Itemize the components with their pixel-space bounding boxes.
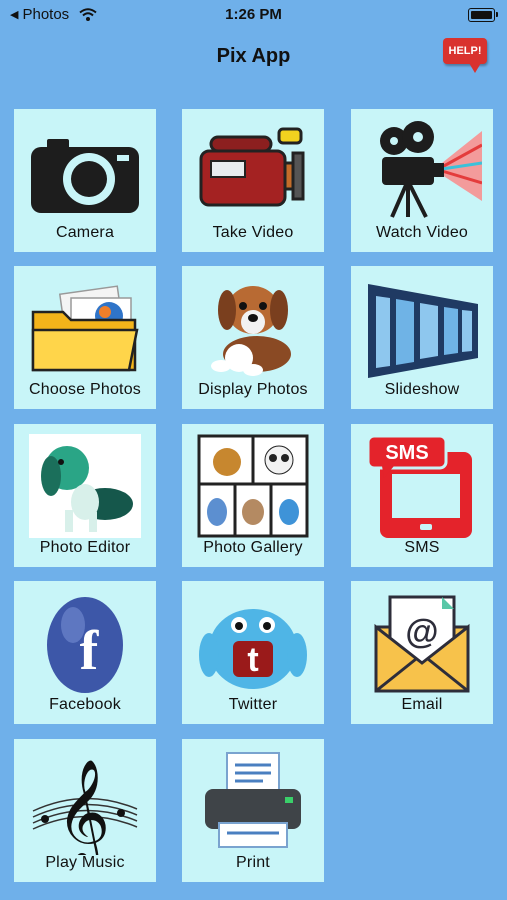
twitter-monster-icon: t [199,609,307,689]
gallery-grid-icon [197,434,309,538]
status-bar: ◀ Photos 1:26 PM [0,0,507,30]
tile-label: Photo Gallery [203,539,303,556]
printer-icon [205,752,301,848]
page-title: Pix App [216,45,291,67]
tile-label: Facebook [49,696,121,713]
tile-print[interactable]: Print [182,739,324,882]
edited-dog-icon [29,434,141,538]
tile-label: Print [236,854,270,871]
tile-label: Choose Photos [28,381,141,398]
tile-label: Email [401,696,443,713]
tile-label: SMS [404,539,440,556]
folder-icon [31,285,139,372]
tile-label: Slideshow [384,381,460,398]
svg-text:f: f [80,620,100,682]
facebook-egg-icon: f [47,597,123,693]
puppy-icon [211,286,291,376]
tile-email[interactable]: @ Email [351,581,493,724]
tile-label: Camera [55,224,115,241]
tile-label: Display Photos [198,381,308,398]
film-projector-icon [380,121,482,218]
tile-choose-photos[interactable]: Choose Photos [14,266,156,409]
tile-photo-editor[interactable]: Photo Editor [14,424,156,567]
tile-watch-video[interactable]: Watch Video [351,109,493,252]
tile-camera[interactable]: Camera [14,109,156,252]
tile-label: Twitter [228,696,278,713]
tile-display-photos[interactable]: Display Photos [182,266,324,409]
tile-photo-gallery[interactable]: Photo Gallery [182,424,324,567]
tile-sms[interactable]: SMS SMS [351,424,493,567]
svg-text:t: t [247,641,258,679]
film-strip-icon [368,284,478,378]
clock: 1:26 PM [225,6,282,23]
battery-icon [468,8,498,22]
svg-text:@: @ [405,613,438,651]
email-envelope-icon: @ [374,595,470,693]
tile-facebook[interactable]: f Facebook [14,581,156,724]
svg-text:SMS: SMS [385,442,428,464]
tile-play-music[interactable]: 𝄞 Play Music [14,739,156,882]
tile-label: Watch Video [375,224,469,241]
video-camera-icon [199,127,305,207]
help-button[interactable]: HELP! [443,38,487,73]
svg-text:𝄞: 𝄞 [56,758,110,855]
sms-phone-icon: SMS [366,434,472,538]
tile-label: Take Video [212,224,294,241]
tile-slideshow[interactable]: Slideshow [351,266,493,409]
tile-label: Photo Editor [39,539,131,556]
tile-twitter[interactable]: t Twitter [182,581,324,724]
tile-label: Play Music [45,854,125,871]
camera-icon [31,139,139,213]
treble-clef-icon: 𝄞 [32,758,138,855]
tile-take-video[interactable]: Take Video [182,109,324,252]
